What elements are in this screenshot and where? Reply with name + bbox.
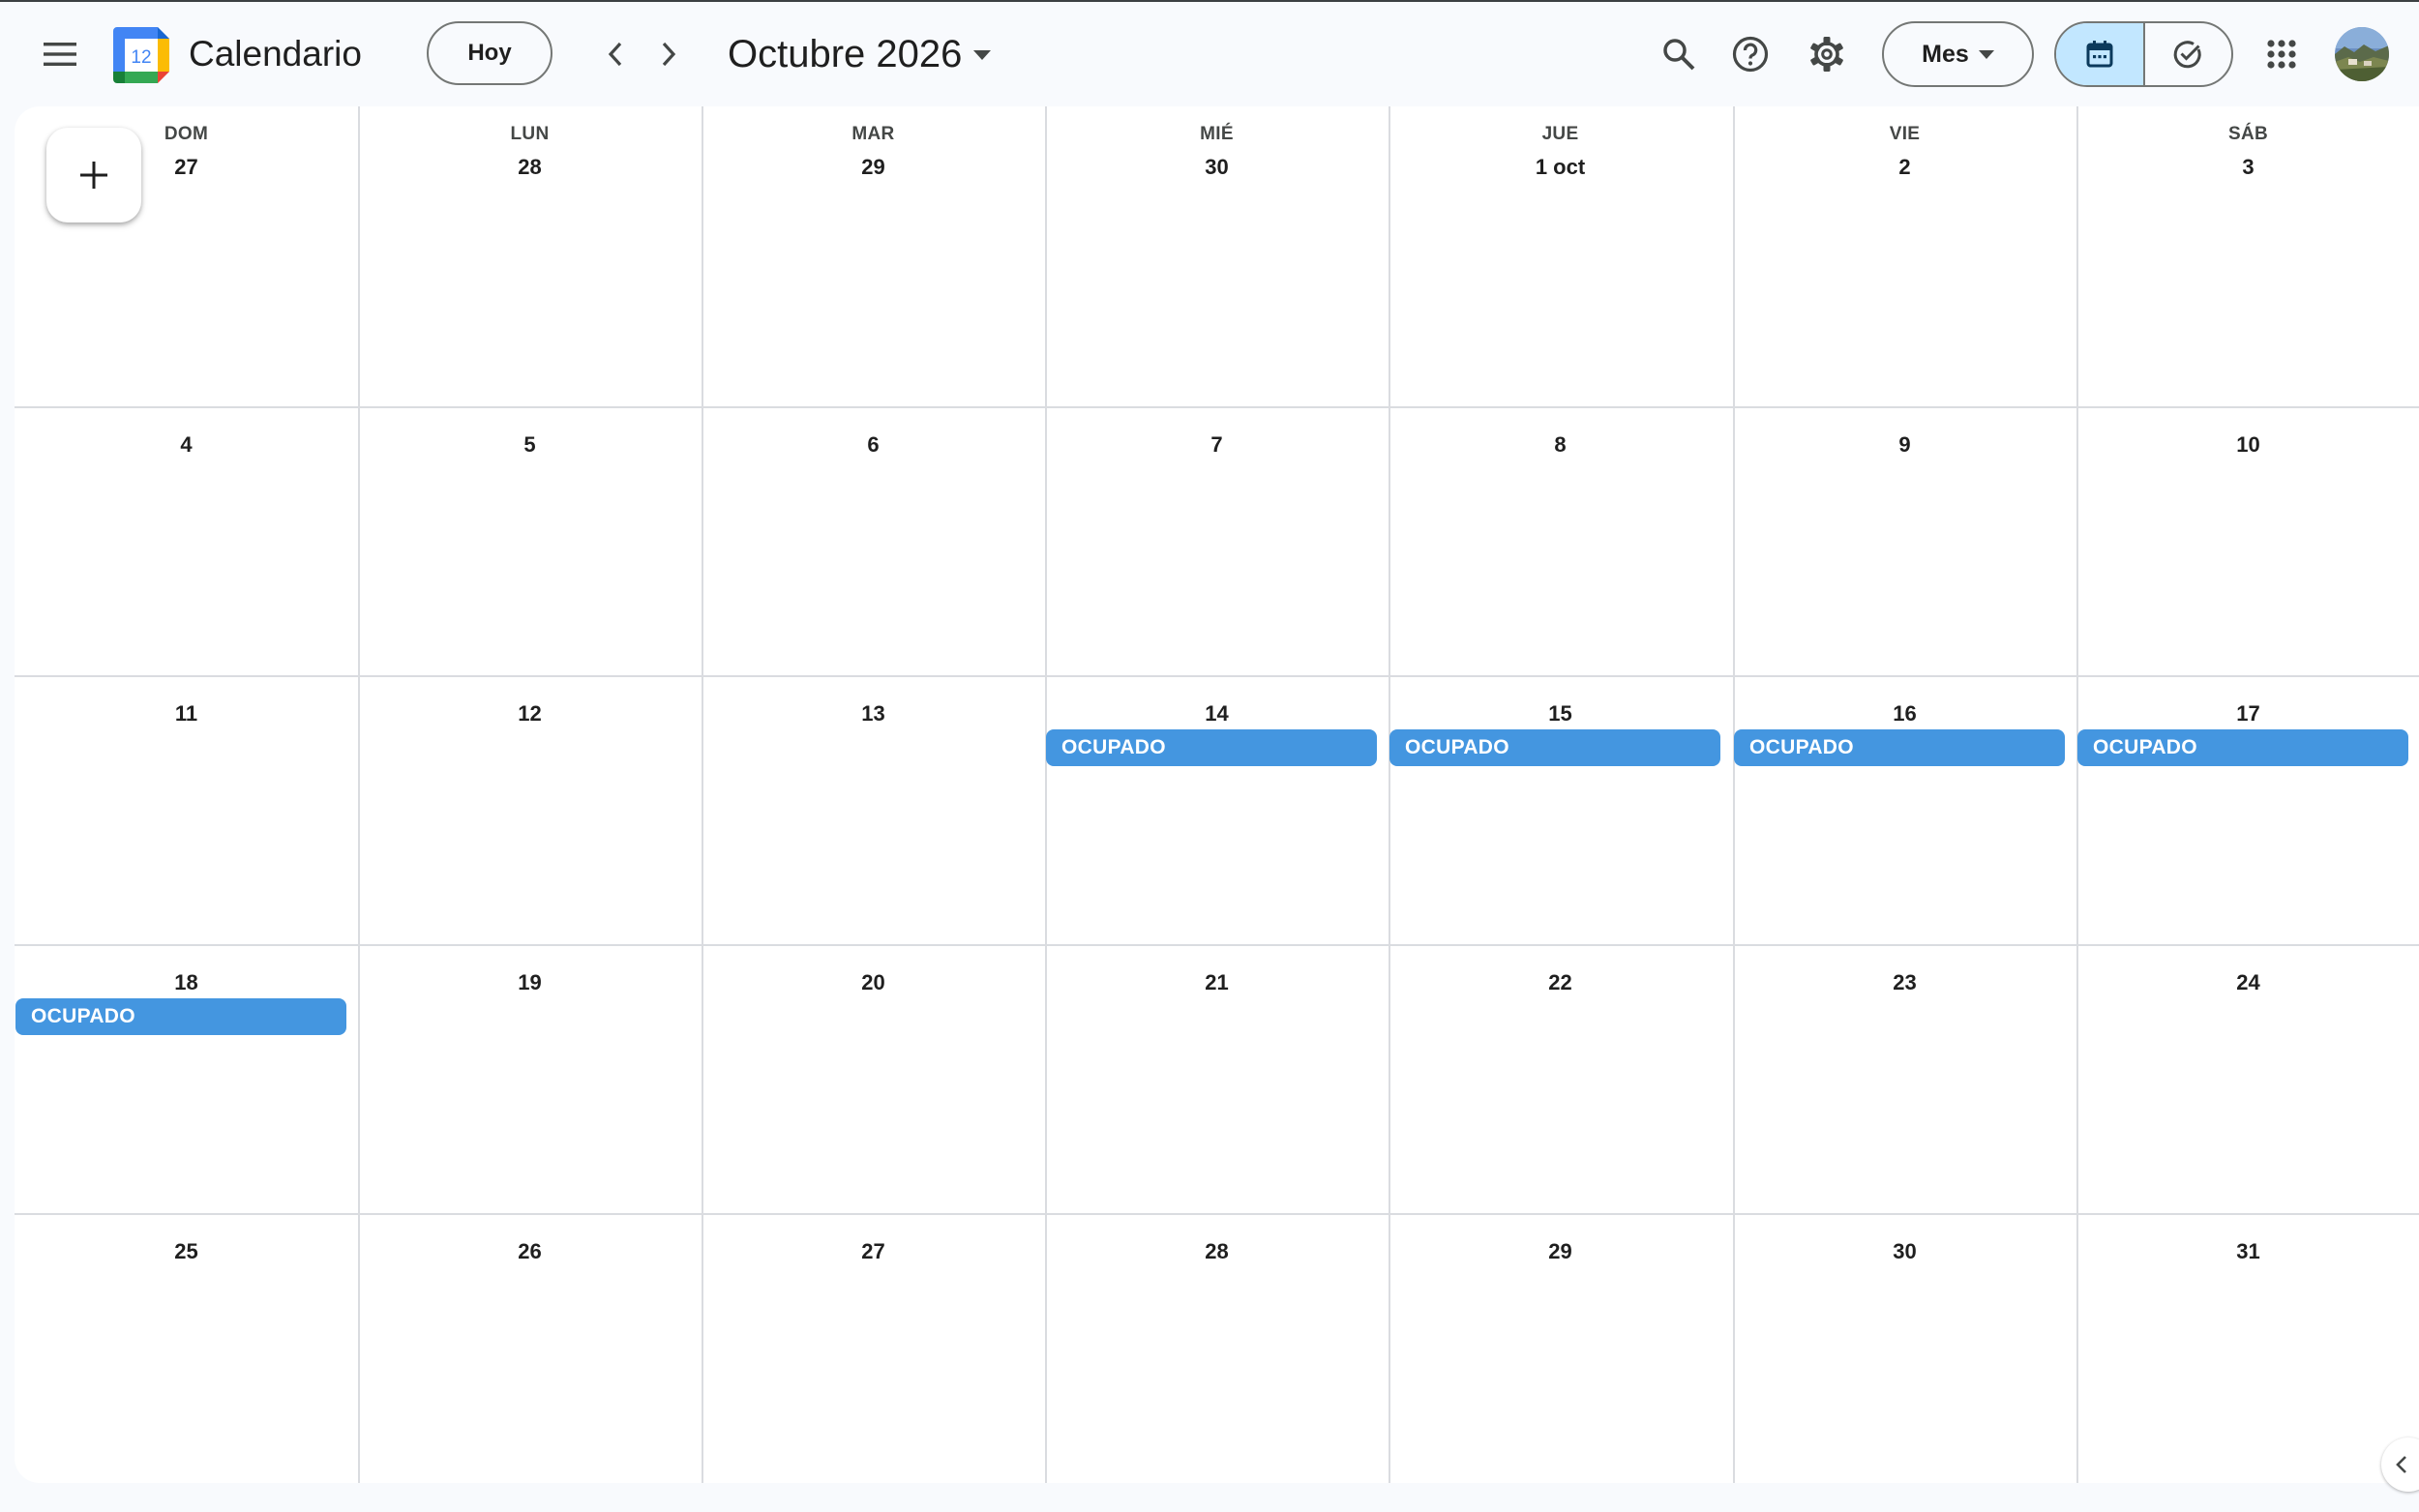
today-button[interactable]: Hoy: [427, 21, 552, 85]
top-app-bar: 12 Calendario Hoy Octubre 2026 Mes: [0, 2, 2419, 106]
chevron-right-icon: [662, 42, 676, 67]
day-number[interactable]: 12: [358, 701, 702, 726]
view-selector-dropdown[interactable]: Mes: [1882, 21, 2034, 87]
event-chip[interactable]: OCUPADO: [15, 998, 346, 1035]
month-grid: DOM LUN MAR MIÉ JUE VIE SÁB 27 28 29 30 1 oct 2 3 4 5 6 7…: [15, 106, 2419, 1483]
day-number[interactable]: 14: [1045, 701, 1389, 726]
day-number[interactable]: 9: [1733, 432, 2076, 458]
day-cell[interactable]: [702, 106, 1045, 406]
calendar-logo[interactable]: 12: [113, 27, 169, 83]
day-number[interactable]: 4: [15, 432, 358, 458]
account-avatar[interactable]: [2335, 27, 2389, 81]
create-event-button[interactable]: [46, 128, 141, 222]
day-number[interactable]: 7: [1045, 432, 1389, 458]
event-chip[interactable]: OCUPADO: [1046, 729, 1377, 766]
help-icon: [1732, 36, 1769, 73]
day-number[interactable]: 10: [2076, 432, 2419, 458]
day-number[interactable]: 19: [358, 970, 702, 995]
calendar-icon: [2086, 41, 2113, 68]
apps-grid-icon: [2267, 40, 2296, 69]
day-number[interactable]: 21: [1045, 970, 1389, 995]
logo-date-number: 12: [131, 47, 151, 68]
day-number[interactable]: 11: [15, 701, 358, 726]
previous-month-button[interactable]: [592, 31, 639, 77]
hamburger-menu-icon: [44, 43, 76, 66]
day-cell[interactable]: [1733, 106, 2076, 406]
day-number[interactable]: 30: [1045, 155, 1389, 180]
day-number[interactable]: 1 oct: [1389, 155, 1732, 180]
day-number[interactable]: 26: [358, 1239, 702, 1264]
current-month-title[interactable]: Octubre 2026: [728, 31, 962, 77]
calendar-view-button[interactable]: [2056, 23, 2145, 85]
event-chip[interactable]: OCUPADO: [2077, 729, 2408, 766]
day-number[interactable]: 29: [1389, 1239, 1732, 1264]
day-number[interactable]: 27: [702, 1239, 1045, 1264]
view-selector-label: Mes: [1922, 40, 1969, 68]
day-number[interactable]: 30: [1733, 1239, 2076, 1264]
day-number[interactable]: 15: [1389, 701, 1732, 726]
day-number[interactable]: 2: [1733, 155, 2076, 180]
day-number[interactable]: 29: [702, 155, 1045, 180]
avatar-image: [2335, 27, 2389, 81]
tasks-view-button[interactable]: [2145, 23, 2232, 85]
gear-icon: [1810, 37, 1843, 72]
chevron-left-icon: [2396, 1456, 2406, 1473]
day-number[interactable]: 17: [2076, 701, 2419, 726]
settings-button[interactable]: [1798, 25, 1856, 83]
day-number[interactable]: 24: [2076, 970, 2419, 995]
day-number[interactable]: 22: [1389, 970, 1732, 995]
google-apps-button[interactable]: [2253, 25, 2311, 83]
day-number[interactable]: 3: [2076, 155, 2419, 180]
search-button[interactable]: [1650, 25, 1708, 83]
day-number[interactable]: 5: [358, 432, 702, 458]
caret-down-icon: [973, 50, 991, 60]
search-icon: [1663, 39, 1695, 71]
app-title: Calendario: [189, 34, 362, 74]
day-cell[interactable]: [1045, 106, 1389, 406]
chevron-left-icon: [608, 42, 622, 67]
day-number[interactable]: 28: [1045, 1239, 1389, 1264]
day-number[interactable]: 16: [1733, 701, 2076, 726]
day-number[interactable]: 6: [702, 432, 1045, 458]
plus-icon: [80, 162, 107, 189]
event-chip[interactable]: OCUPADO: [1389, 729, 1720, 766]
day-number[interactable]: 23: [1733, 970, 2076, 995]
task-check-icon: [2173, 41, 2201, 69]
day-number[interactable]: 31: [2076, 1239, 2419, 1264]
day-number[interactable]: 25: [15, 1239, 358, 1264]
next-month-button[interactable]: [645, 31, 692, 77]
day-cell[interactable]: [2076, 106, 2419, 406]
event-chip[interactable]: OCUPADO: [1734, 729, 2065, 766]
day-number[interactable]: 28: [358, 155, 702, 180]
day-number[interactable]: 8: [1389, 432, 1732, 458]
main-menu-button[interactable]: [31, 25, 89, 83]
day-number[interactable]: 13: [702, 701, 1045, 726]
day-number[interactable]: 18: [15, 970, 358, 995]
day-number[interactable]: 20: [702, 970, 1045, 995]
calendar-tasks-toggle: [2054, 21, 2233, 87]
day-cell[interactable]: [1389, 106, 1732, 406]
help-button[interactable]: [1721, 25, 1779, 83]
caret-down-icon: [1978, 49, 1994, 59]
day-cell[interactable]: [358, 106, 702, 406]
month-picker-dropdown[interactable]: [968, 41, 997, 70]
